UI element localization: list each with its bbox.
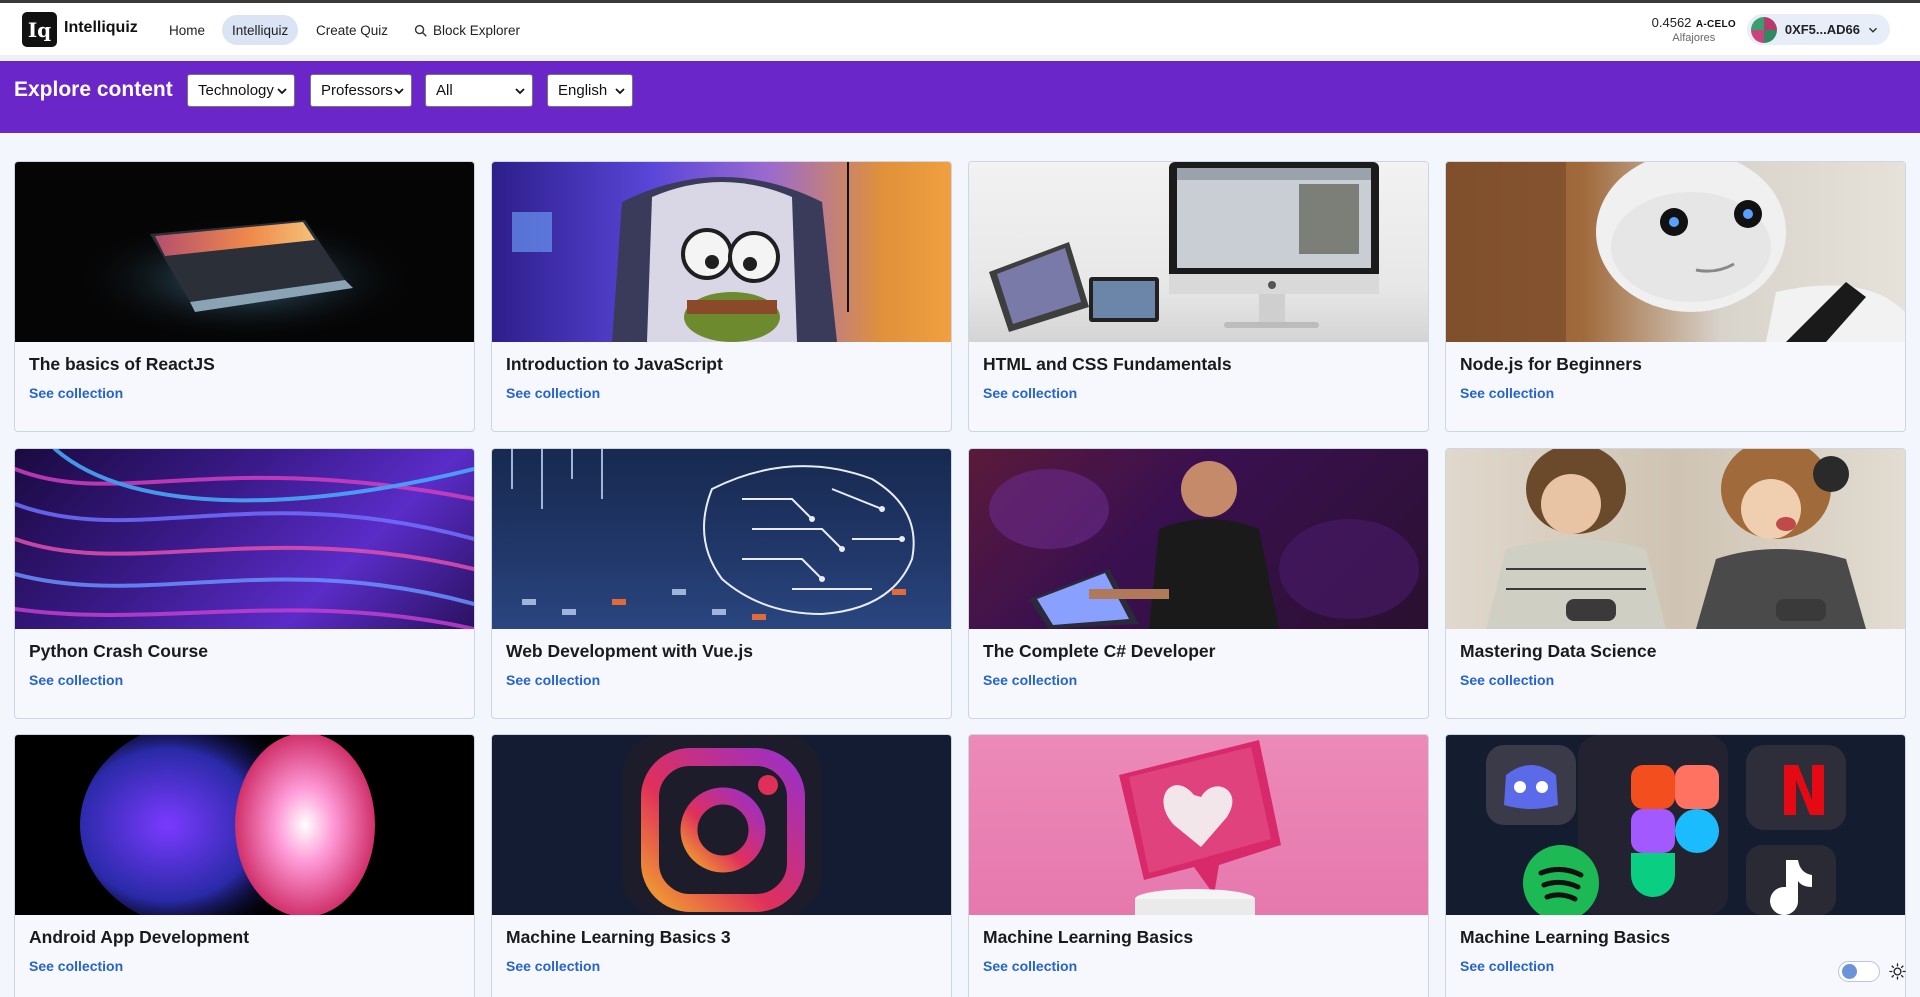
avatar bbox=[1750, 16, 1777, 43]
collection-title: Machine Learning Basics bbox=[983, 927, 1194, 947]
collection-card-python[interactable]: Python Crash Course See collection bbox=[14, 448, 475, 719]
logo-mark: Iq bbox=[27, 17, 52, 42]
collection-thumbnail bbox=[15, 449, 474, 629]
nav-block-explorer-link[interactable]: Block Explorer bbox=[404, 15, 530, 45]
collection-card-html-css[interactable]: HTML and CSS Fundamentals See collection bbox=[968, 161, 1429, 432]
collection-title: Node.js for Beginners bbox=[1460, 354, 1642, 374]
collection-card-javascript[interactable]: Introduction to JavaScript See collectio… bbox=[491, 161, 952, 432]
nav-intelliquiz-link[interactable]: Intelliquiz bbox=[222, 15, 299, 45]
collection-title: The Complete C# Developer bbox=[983, 641, 1216, 661]
toggle-knob bbox=[1842, 964, 1857, 979]
search-icon bbox=[414, 24, 427, 37]
see-collection-link[interactable]: See collection bbox=[29, 385, 123, 401]
nav-create-quiz-link[interactable]: Create Quiz bbox=[306, 15, 398, 45]
balance-amount: 0.4562 bbox=[1651, 15, 1692, 30]
collection-card-ml-basics-a[interactable]: Machine Learning Basics See collection bbox=[968, 734, 1429, 997]
collection-card-ml-basics-3[interactable]: Machine Learning Basics 3 See collection bbox=[491, 734, 952, 997]
collection-thumbnail bbox=[492, 162, 951, 342]
chevron-down-icon bbox=[394, 88, 404, 95]
see-collection-link[interactable]: See collection bbox=[506, 672, 600, 688]
see-collection-link[interactable]: See collection bbox=[1460, 385, 1554, 401]
chevron-down-icon bbox=[515, 88, 525, 95]
top-navbar: Iq Intelliquiz Home Intelliquiz Create Q… bbox=[0, 3, 1920, 55]
collection-card-ml-basics-b[interactable]: Machine Learning Basics See collection bbox=[1445, 734, 1906, 997]
collection-thumbnail bbox=[1446, 449, 1905, 629]
language-select-value: English bbox=[558, 82, 608, 99]
balance-currency: A-CELO bbox=[1695, 19, 1736, 30]
category-select[interactable]: Technology bbox=[187, 74, 295, 107]
collection-thumbnail bbox=[492, 735, 951, 915]
chevron-down-icon bbox=[1868, 27, 1878, 33]
see-collection-link[interactable]: See collection bbox=[1460, 958, 1554, 974]
explore-filter-bar: Explore content Technology Professors Al… bbox=[0, 61, 1920, 133]
collection-title: Introduction to JavaScript bbox=[506, 354, 723, 374]
collection-thumbnail bbox=[1446, 162, 1905, 342]
level-select-value: All bbox=[436, 82, 453, 99]
wallet-account-button[interactable]: 0XF5...AD66 bbox=[1746, 14, 1890, 45]
wallet-address: 0XF5...AD66 bbox=[1784, 22, 1860, 37]
see-collection-link[interactable]: See collection bbox=[1460, 672, 1554, 688]
collection-thumbnail bbox=[1446, 735, 1905, 915]
app-logo[interactable]: Iq bbox=[22, 12, 57, 47]
network-name: Alfajores bbox=[1672, 32, 1716, 45]
collection-thumbnail bbox=[969, 735, 1428, 915]
collection-card-reactjs[interactable]: The basics of ReactJS See collection bbox=[14, 161, 475, 432]
page-title: Explore content bbox=[14, 78, 173, 101]
collection-title: Machine Learning Basics 3 bbox=[506, 927, 731, 947]
wallet-balance: 0.4562 A-CELO Alfajores bbox=[1652, 14, 1736, 45]
see-collection-link[interactable]: See collection bbox=[29, 958, 123, 974]
collection-title: Python Crash Course bbox=[29, 641, 208, 661]
see-collection-link[interactable]: See collection bbox=[983, 385, 1077, 401]
collection-title: Machine Learning Basics bbox=[1460, 927, 1671, 947]
author-select-value: Professors bbox=[321, 82, 393, 99]
collection-title: Android App Development bbox=[29, 927, 250, 947]
collection-thumbnail bbox=[15, 735, 474, 915]
level-select[interactable]: All bbox=[425, 74, 533, 107]
language-select[interactable]: English bbox=[547, 74, 633, 107]
see-collection-link[interactable]: See collection bbox=[506, 958, 600, 974]
collection-title: Mastering Data Science bbox=[1460, 641, 1657, 661]
collection-card-android[interactable]: Android App Development See collection bbox=[14, 734, 475, 997]
collection-thumbnail bbox=[15, 162, 474, 342]
see-collection-link[interactable]: See collection bbox=[983, 958, 1077, 974]
collection-thumbnail bbox=[969, 162, 1428, 342]
block-explorer-label: Block Explorer bbox=[433, 22, 521, 38]
chevron-down-icon bbox=[277, 88, 287, 95]
see-collection-link[interactable]: See collection bbox=[29, 672, 123, 688]
collection-card-vuejs[interactable]: Web Development with Vue.js See collecti… bbox=[491, 448, 952, 719]
collection-card-csharp[interactable]: The Complete C# Developer See collection bbox=[968, 448, 1429, 719]
collection-title: HTML and CSS Fundamentals bbox=[983, 354, 1232, 374]
collection-title: The basics of ReactJS bbox=[29, 354, 215, 374]
collection-title: Web Development with Vue.js bbox=[506, 641, 753, 661]
collection-thumbnail bbox=[492, 449, 951, 629]
nav-home-link[interactable]: Home bbox=[159, 15, 215, 45]
theme-toggle[interactable] bbox=[1838, 961, 1880, 982]
author-select[interactable]: Professors bbox=[310, 74, 412, 107]
see-collection-link[interactable]: See collection bbox=[506, 385, 600, 401]
collection-card-nodejs[interactable]: Node.js for Beginners See collection bbox=[1445, 161, 1906, 432]
see-collection-link[interactable]: See collection bbox=[983, 672, 1077, 688]
collection-card-data-science[interactable]: Mastering Data Science See collection bbox=[1445, 448, 1906, 719]
chevron-down-icon bbox=[615, 88, 625, 95]
category-select-value: Technology bbox=[198, 82, 274, 99]
brand-name[interactable]: Intelliquiz bbox=[64, 19, 138, 37]
collection-thumbnail bbox=[969, 449, 1428, 629]
sun-icon bbox=[1889, 963, 1906, 980]
